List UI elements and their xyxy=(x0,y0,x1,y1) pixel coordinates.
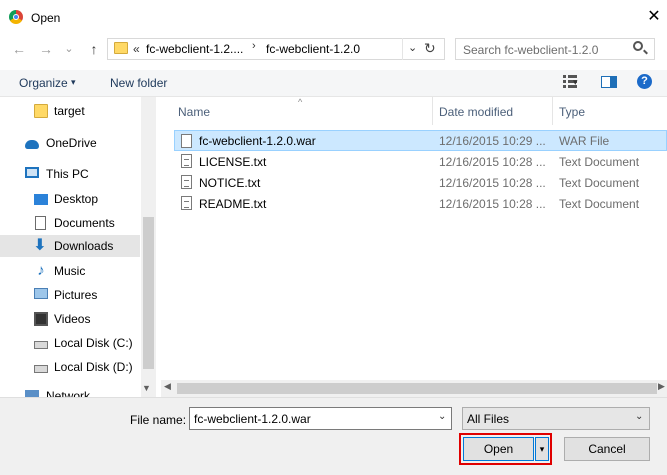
horizontal-scrollbar-thumb[interactable] xyxy=(177,383,657,394)
sidebar-item-label: Downloads xyxy=(54,239,114,253)
recent-locations-button[interactable]: ⌄ xyxy=(61,40,77,58)
desktop-icon xyxy=(34,194,48,205)
sidebar-item-desktop[interactable]: Desktop xyxy=(0,188,140,210)
breadcrumb-separator-icon[interactable]: › xyxy=(252,40,256,52)
table-row[interactable]: fc-webclient-1.2.0.war 12/16/2015 10:29 … xyxy=(174,130,667,151)
title-bar xyxy=(0,6,667,30)
sidebar-item-label: Local Disk (C:) xyxy=(54,336,133,350)
sidebar-item-label: Desktop xyxy=(54,192,99,206)
scroll-right-icon[interactable]: ▶ xyxy=(658,381,665,392)
folder-icon xyxy=(34,104,48,118)
sidebar-item-label: Network xyxy=(46,389,91,397)
table-row[interactable]: README.txt 12/16/2015 10:28 ... Text Doc… xyxy=(174,193,667,214)
folder-icon xyxy=(114,42,128,54)
sidebar-item-onedrive[interactable]: OneDrive xyxy=(0,132,140,154)
file-type: Text Document xyxy=(559,155,640,169)
file-name-label: File name: xyxy=(130,413,187,427)
file-name: LICENSE.txt xyxy=(199,155,267,169)
file-date: 12/16/2015 10:28 ... xyxy=(439,155,546,169)
pictures-icon xyxy=(34,288,48,299)
forward-button[interactable]: → xyxy=(38,40,54,58)
text-file-icon xyxy=(181,175,192,189)
chrome-icon xyxy=(9,10,23,24)
sidebar-item-label: Documents xyxy=(54,216,115,230)
open-dropdown-button[interactable]: ▾ xyxy=(535,437,549,461)
sidebar-item-this-pc[interactable]: This PC xyxy=(0,163,140,185)
address-dropdown-icon[interactable]: ⌄ xyxy=(408,41,417,54)
sidebar-item-pictures[interactable]: Pictures xyxy=(0,284,140,306)
sidebar-item-label: Videos xyxy=(54,312,91,326)
sidebar-item-local-disk-c[interactable]: Local Disk (C:) xyxy=(0,332,140,354)
up-button[interactable]: ↑ xyxy=(86,40,102,58)
file-icon xyxy=(181,134,192,148)
network-icon xyxy=(25,390,39,397)
organize-button[interactable]: Organize xyxy=(19,76,68,90)
download-icon: ⬇ xyxy=(33,237,47,254)
table-row[interactable]: NOTICE.txt 12/16/2015 10:28 ... Text Doc… xyxy=(174,172,667,193)
sidebar-scrollbar-thumb[interactable] xyxy=(143,217,154,369)
file-name-dropdown-icon[interactable]: ⌄ xyxy=(438,411,446,422)
search-placeholder: Search fc-webclient-1.2.0 xyxy=(463,43,599,57)
music-icon: ♪ xyxy=(37,262,45,279)
documents-icon xyxy=(35,216,46,230)
computer-icon xyxy=(25,167,39,178)
table-row[interactable]: LICENSE.txt 12/16/2015 10:28 ... Text Do… xyxy=(174,151,667,172)
file-name: NOTICE.txt xyxy=(199,176,261,190)
view-dropdown-icon[interactable]: ▾ xyxy=(573,77,578,88)
file-name: fc-webclient-1.2.0.war xyxy=(199,134,316,148)
sidebar-item-label: Pictures xyxy=(54,288,98,302)
column-header-name[interactable]: Name xyxy=(178,105,210,119)
file-type: Text Document xyxy=(559,176,640,190)
breadcrumb-overflow[interactable]: « xyxy=(133,42,140,56)
text-file-icon xyxy=(181,196,192,210)
file-date: 12/16/2015 10:28 ... xyxy=(439,197,546,211)
file-type-value[interactable]: All Files xyxy=(467,412,509,426)
sidebar-item-documents[interactable]: Documents xyxy=(0,212,140,234)
videos-icon xyxy=(34,312,48,326)
sidebar-item-label: This PC xyxy=(46,167,89,181)
open-button[interactable]: Open xyxy=(463,437,534,461)
scroll-left-icon[interactable]: ◀ xyxy=(164,381,171,392)
sort-ascending-icon: ^ xyxy=(298,97,303,107)
refresh-icon[interactable]: ↻ xyxy=(424,40,436,57)
text-file-icon xyxy=(181,154,192,168)
file-type-dropdown-icon[interactable]: ⌄ xyxy=(635,411,643,422)
sidebar-item-label: Music xyxy=(54,264,86,278)
file-date: 12/16/2015 10:29 ... xyxy=(439,134,546,148)
file-date: 12/16/2015 10:28 ... xyxy=(439,176,546,190)
file-type: WAR File xyxy=(559,134,610,148)
preview-pane-icon[interactable] xyxy=(601,76,617,88)
address-divider xyxy=(402,38,403,60)
file-name-value[interactable]: fc-webclient-1.2.0.war xyxy=(194,412,311,426)
search-icon[interactable] xyxy=(633,41,643,51)
file-type: Text Document xyxy=(559,197,640,211)
sidebar-item-local-disk-d[interactable]: Local Disk (D:) xyxy=(0,356,140,378)
window-title: Open xyxy=(31,11,61,25)
sidebar-item-label: Local Disk (D:) xyxy=(54,360,133,374)
close-icon[interactable]: ✕ xyxy=(645,8,663,26)
scroll-down-icon[interactable]: ▼ xyxy=(142,383,151,393)
sidebar-item-target[interactable]: target xyxy=(0,100,140,122)
sidebar-item-label: OneDrive xyxy=(46,136,97,150)
drive-icon xyxy=(34,365,48,373)
column-header-type[interactable]: Type xyxy=(559,105,585,119)
breadcrumb-item-current[interactable]: fc-webclient-1.2.0 xyxy=(266,42,360,56)
column-divider[interactable] xyxy=(432,97,433,125)
cancel-button[interactable]: Cancel xyxy=(564,437,650,461)
column-header-date-modified[interactable]: Date modified xyxy=(439,105,513,119)
sidebar-item-label: target xyxy=(54,104,85,118)
sidebar-item-music[interactable]: ♪ Music xyxy=(0,260,140,282)
organize-dropdown-icon[interactable]: ▾ xyxy=(71,77,76,88)
drive-icon xyxy=(34,341,48,349)
back-button[interactable]: ← xyxy=(11,40,27,58)
sidebar-item-downloads[interactable]: ⬇ Downloads xyxy=(0,235,140,257)
cloud-icon xyxy=(25,140,39,149)
help-icon[interactable]: ? xyxy=(637,74,652,89)
breadcrumb-item-parent[interactable]: fc-webclient-1.2.... xyxy=(146,42,243,56)
new-folder-button[interactable]: New folder xyxy=(110,76,167,90)
column-divider[interactable] xyxy=(552,97,553,125)
sidebar-item-videos[interactable]: Videos xyxy=(0,308,140,330)
sidebar-item-network[interactable]: Network xyxy=(0,388,140,397)
file-name: README.txt xyxy=(199,197,267,211)
